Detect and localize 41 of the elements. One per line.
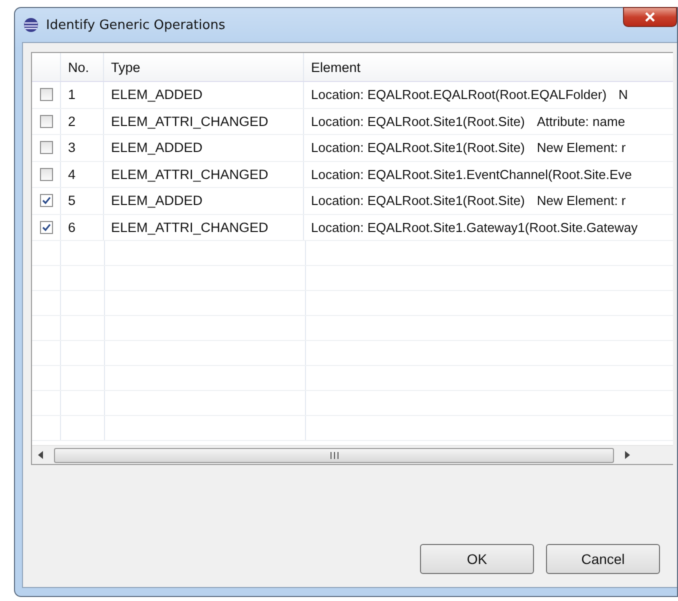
dialog-button[interactable]: Cancel [546,544,660,574]
column-header[interactable]: No. [61,53,104,81]
row-checkbox[interactable] [40,168,52,181]
horizontal-scrollbar[interactable] [32,445,673,464]
table-cell: 2 [61,108,104,134]
globe-icon [23,17,39,33]
detail-text: New Element: r [536,140,626,156]
table-cell: 4 [61,162,104,187]
dialog-button[interactable]: OK [420,544,534,574]
table-cell: 3 [61,135,104,160]
table-cell: 5 [61,188,104,214]
table-cell: ELEM_ATTRI_CHANGED [104,214,304,240]
detail-text: Attribute: name [536,114,626,129]
column-header[interactable]: Type [104,53,304,81]
table-cell: ELEM_ATTRI_CHANGED [104,108,304,134]
row-checkbox[interactable] [40,220,52,234]
location-text: Location: EQALRoot.Site1(Root.Site) [311,114,525,129]
row-checkbox[interactable] [40,114,52,128]
right-arrow-icon[interactable] [624,451,630,459]
row-checkbox[interactable] [40,194,52,208]
table-cell: ELEM_ATTRI_CHANGED [104,162,304,187]
row-checkbox[interactable] [40,141,52,154]
left-arrow-icon[interactable] [38,451,44,459]
detail-text: N [618,87,628,102]
close-button[interactable] [623,7,677,27]
table-cell: ELEM_ADDED [104,82,304,108]
window-title: Identify Generic Operations [46,18,226,32]
table-cell: 1 [61,82,104,108]
scrollbar-thumb[interactable] [54,448,614,462]
table-cell: 6 [61,214,104,240]
location-text: Location: EQALRoot.Site1.EventChannel(Root.Site.Eve [311,166,632,182]
close-icon [644,12,656,22]
location-text: Location: EQALRoot.Site1(Root.Site) [311,140,525,156]
table-cell: ELEM_ADDED [104,188,304,214]
table-cell: ELEM_ADDED [104,135,304,160]
location-text: Location: EQALRoot.Site1(Root.Site) [311,193,525,208]
column-header[interactable]: Element [304,53,673,81]
detail-text: New Element: r [536,193,626,208]
location-text: Location: EQALRoot.Site1.Gateway1(Root.Site.Gateway [311,220,638,235]
row-checkbox[interactable] [40,88,52,102]
location-text: Location: EQALRoot.EQALRoot(Root.EQALFolder) [311,87,607,102]
